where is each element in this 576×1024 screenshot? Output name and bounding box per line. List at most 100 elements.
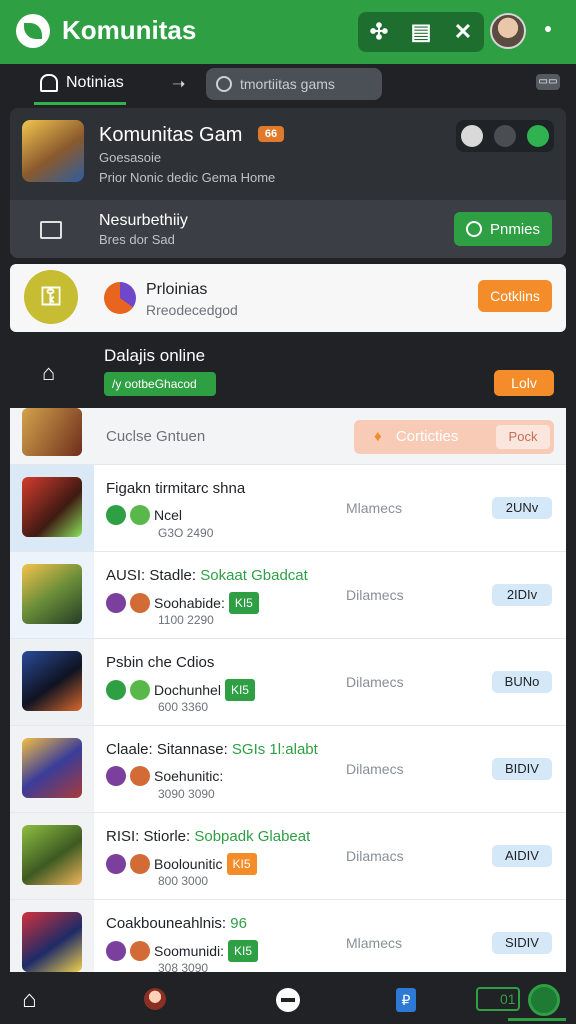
list-item-button[interactable]: BUNo bbox=[492, 671, 552, 693]
list-header-pill[interactable]: ♦ Corticties Pock bbox=[354, 420, 554, 454]
list-item-button[interactable]: SIDIV bbox=[492, 932, 552, 954]
list-item[interactable]: Figakn tirmitarc shna Ncel G3O 2490 Mlamecs… bbox=[10, 464, 566, 552]
tab-notifications[interactable]: Notinias bbox=[40, 74, 124, 92]
game-thumbnail[interactable] bbox=[22, 738, 82, 798]
game-thumbnail[interactable] bbox=[22, 825, 82, 885]
list-item-status: Dilamecs bbox=[346, 761, 404, 777]
list-rows: Figakn tirmitarc shna Ncel G3O 2490 Mlamecs… bbox=[10, 464, 566, 972]
list-item-meta: 600 3360 bbox=[158, 700, 209, 714]
list-item-tag: KI5 bbox=[228, 940, 259, 962]
bottom-navigation: ⌂ ₽ 01 bbox=[0, 974, 576, 1024]
game-title: Komunitas Gam bbox=[99, 124, 243, 146]
gamepad-icon[interactable]: ✣ bbox=[367, 19, 391, 44]
app-title: Komunitas bbox=[62, 15, 197, 45]
status-dot-icon bbox=[130, 941, 150, 961]
list-item-button[interactable]: 2UNv bbox=[492, 497, 552, 519]
list-item-title-text: Claale: Sitannase: bbox=[106, 741, 232, 758]
game-thumbnail[interactable] bbox=[22, 120, 84, 182]
list-item-title: RISI: Stiorle: Sobpadk Glabeat bbox=[106, 828, 310, 845]
logo-icon bbox=[16, 14, 50, 48]
list-item-meta: 1100 2290 bbox=[158, 613, 214, 627]
list-header: Cuclse Gntuen ♦ Corticties Pock bbox=[10, 408, 566, 464]
list-item-subline: Soomunidi: KI5 bbox=[106, 940, 259, 962]
list-item-button[interactable]: BIDIV bbox=[492, 758, 552, 780]
promos-button-label: Pnmies bbox=[489, 220, 541, 238]
list-item[interactable]: AUSI: Stadle: Sokaat Gbadcat Soohabide: KI… bbox=[10, 551, 566, 639]
promotion-subtitle: Rreodecedgod bbox=[146, 302, 238, 318]
user-avatar[interactable] bbox=[490, 13, 526, 49]
list-item-title-text: AUSI: Stadle: bbox=[106, 567, 201, 584]
list-header-pill-sub: Pock bbox=[496, 425, 550, 449]
list-item-status: Dilamacs bbox=[346, 848, 404, 864]
status-dot-icon bbox=[106, 593, 126, 613]
bell-icon bbox=[40, 74, 58, 92]
close-icon[interactable]: ✕ bbox=[451, 19, 475, 44]
list-item-title-text: Coakbouneahlnis: bbox=[106, 915, 231, 932]
security-title: Nesurbethiiy bbox=[99, 212, 188, 229]
header-toolbar: ✣ ▤ ✕ bbox=[358, 12, 484, 52]
more-menu-icon[interactable] bbox=[545, 26, 551, 32]
keyboard-icon[interactable]: ▭▭ bbox=[536, 74, 560, 90]
status-dot-icon bbox=[130, 680, 150, 700]
nav-blue-badge[interactable]: ₽ bbox=[396, 988, 416, 1012]
game-card: Komunitas Gam 66 Goesasoie Prior Nonic d… bbox=[10, 108, 566, 258]
player-avatar-icon[interactable] bbox=[461, 125, 484, 147]
nav-profile-avatar[interactable] bbox=[144, 988, 166, 1010]
list-item-title-text: RISI: Stiorle: bbox=[106, 828, 195, 845]
status-dot-icon bbox=[106, 680, 126, 700]
search-icon bbox=[216, 76, 232, 92]
promos-button[interactable]: Pnmies bbox=[454, 212, 552, 246]
nav-home-icon[interactable]: ⌂ bbox=[22, 986, 37, 1014]
list-item-button[interactable]: AIDIV bbox=[492, 845, 552, 867]
status-dot-icon bbox=[106, 941, 126, 961]
game-thumbnail[interactable] bbox=[22, 564, 82, 624]
security-subtitle: Bres dor Sad bbox=[99, 232, 175, 247]
list-item-button[interactable]: 2IDIv bbox=[492, 584, 552, 606]
list-item[interactable]: RISI: Stiorle: Sobpadk Glabeat Boolouniti… bbox=[10, 812, 566, 900]
list-item-subline: Ncel bbox=[106, 505, 182, 525]
nav-green-button[interactable]: 01 bbox=[476, 987, 520, 1011]
arrow-icon[interactable]: ➝ bbox=[172, 74, 185, 94]
online-row: ⌂ Dalajis online /y ootbeGhacod Lolv bbox=[0, 334, 576, 410]
list-item-status: Dilamecs bbox=[346, 674, 404, 690]
list-item-title: Claale: Sitannase: SGIs 1l:alabt bbox=[106, 741, 318, 758]
online-status-pill[interactable]: /y ootbeGhacod bbox=[104, 372, 216, 396]
list-item[interactable]: Coakbouneahlnis: 96 Soomunidi: KI5 308 3090… bbox=[10, 899, 566, 972]
list-item[interactable]: Claale: Sitannase: SGIs 1l:alabt Soehunit… bbox=[10, 725, 566, 813]
promotion-button[interactable]: Cotklins bbox=[478, 280, 552, 312]
nav-green-icon[interactable] bbox=[528, 984, 560, 1016]
list-item-meta: 800 3000 bbox=[158, 874, 209, 888]
status-dot-icon bbox=[106, 505, 126, 525]
list-item-title: Figakn tirmitarc shna bbox=[106, 480, 245, 497]
search-input[interactable]: tmortiitas gams bbox=[206, 68, 382, 100]
security-bar: Nesurbethiiy Bres dor Sad Pnmies bbox=[10, 200, 566, 258]
game-thumbnail[interactable] bbox=[22, 912, 82, 972]
home-icon[interactable]: ⌂ bbox=[42, 360, 55, 386]
status-dot-icon bbox=[130, 766, 150, 786]
nav-active-underline bbox=[508, 1018, 566, 1021]
online-title: Dalajis online bbox=[104, 346, 206, 365]
game-subtitle: Goesasoie bbox=[99, 150, 162, 165]
list-item-status: Mlamecs bbox=[346, 500, 403, 516]
list-item-meta: 3090 3090 bbox=[158, 787, 215, 801]
ring-icon bbox=[465, 221, 482, 237]
list-item[interactable]: Psbin che Cdios Dochunhel KI5 600 3360 Dilam… bbox=[10, 638, 566, 726]
promotion-title: Prloinias bbox=[146, 281, 208, 298]
nav-minus-icon[interactable] bbox=[276, 988, 300, 1012]
document-icon[interactable]: ▤ bbox=[409, 19, 433, 44]
status-dot-icon bbox=[130, 505, 150, 525]
list-item-title: Psbin che Cdios bbox=[106, 654, 214, 671]
list-item-tag: KI5 bbox=[228, 592, 259, 614]
header-thumbnail bbox=[22, 408, 82, 456]
search-placeholder: tmortiitas gams bbox=[240, 76, 335, 92]
game-thumbnail[interactable] bbox=[22, 477, 82, 537]
list-item-title-highlight: Sobpadk Glabeat bbox=[194, 828, 311, 845]
game-thumbnail[interactable] bbox=[22, 651, 82, 711]
chat-icon[interactable] bbox=[526, 125, 549, 147]
list-item-sub-label: Boolounitic bbox=[154, 856, 223, 872]
online-button[interactable]: Lolv bbox=[494, 370, 554, 396]
list-item-sub-label: Soohabide: bbox=[154, 595, 225, 611]
status-dot-icon bbox=[106, 854, 126, 874]
timer-icon[interactable] bbox=[493, 125, 516, 147]
list-item-title-highlight: Sokaat Gbadcat bbox=[200, 567, 308, 584]
